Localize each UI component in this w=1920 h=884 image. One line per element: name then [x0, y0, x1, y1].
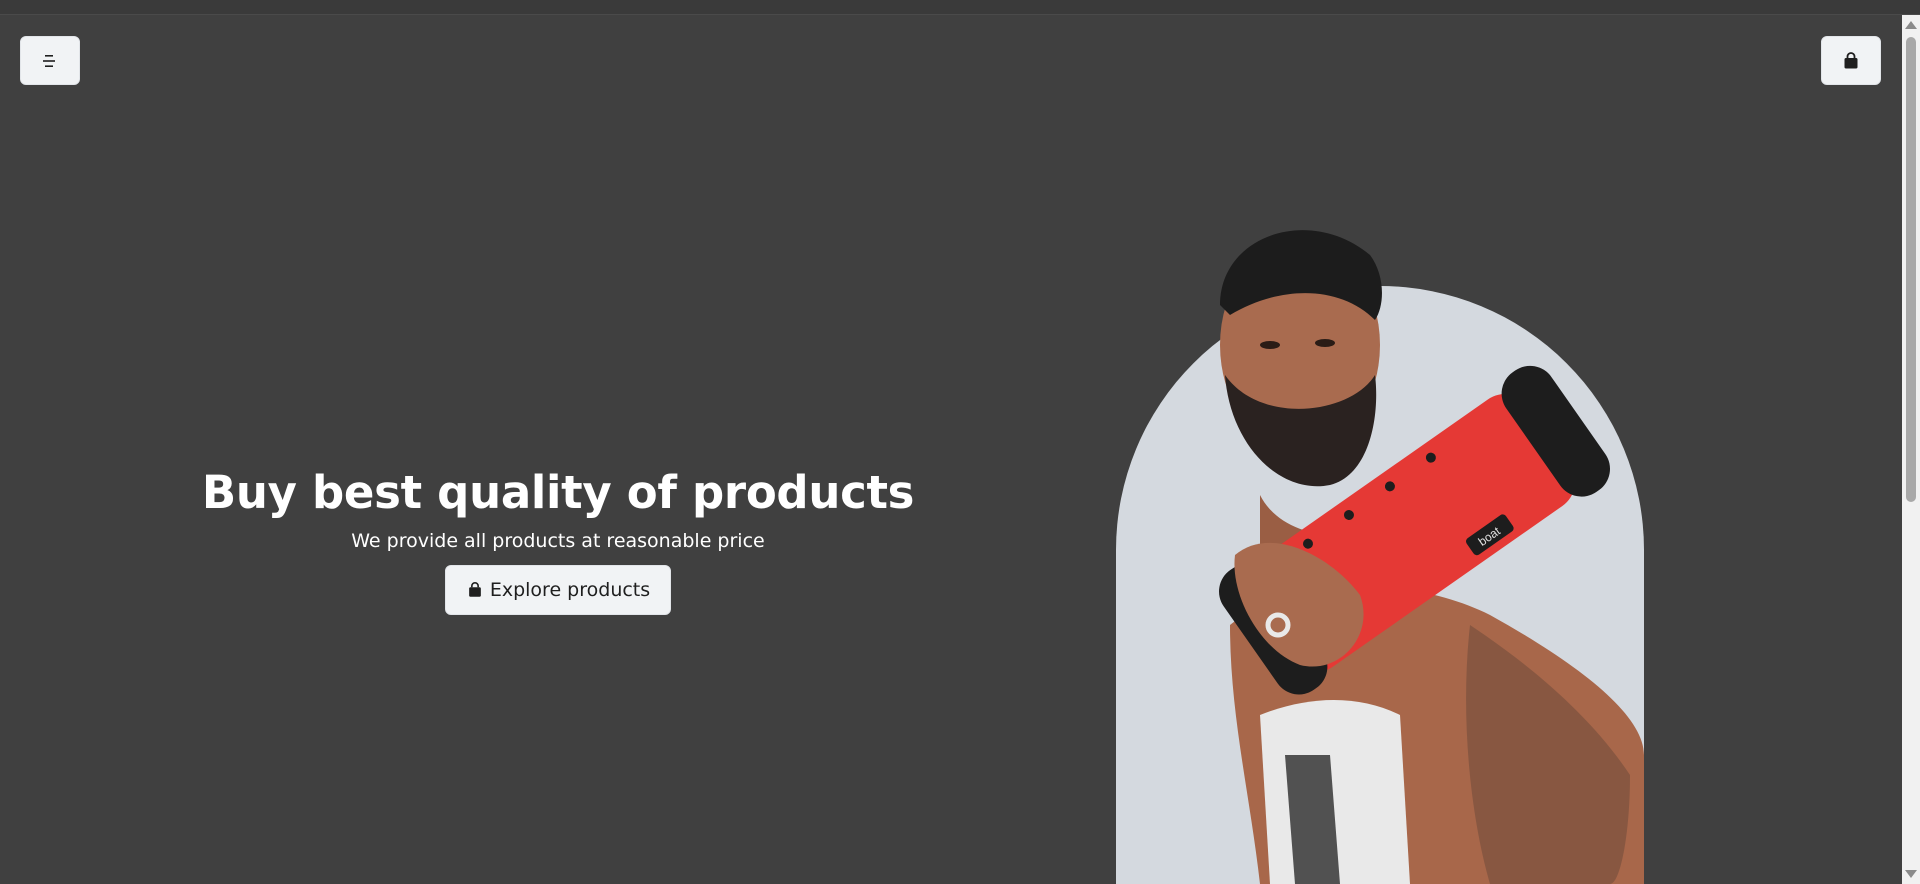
- scroll-up-arrow-icon[interactable]: [1905, 21, 1917, 29]
- explore-products-label: Explore products: [489, 579, 651, 601]
- scroll-down-arrow-icon[interactable]: [1905, 870, 1917, 878]
- hero-subtitle: We provide all products at reasonable pr…: [351, 530, 765, 552]
- hero-illustration: boat: [1116, 230, 1644, 884]
- shopping-bag-icon: [1844, 51, 1858, 68]
- hero-title: Buy best quality of products: [201, 466, 915, 519]
- browser-top-strip: [0, 0, 1920, 15]
- hero-image: boat: [1110, 195, 1670, 884]
- cart-button[interactable]: [1821, 36, 1881, 85]
- hero-section: Buy best quality of products We provide …: [158, 465, 958, 615]
- menu-icon: [43, 54, 55, 67]
- page-scrollbar[interactable]: [1902, 15, 1920, 884]
- scrollbar-thumb[interactable]: [1906, 37, 1916, 502]
- shopping-bag-icon: [468, 582, 481, 597]
- landing-page: Buy best quality of products We provide …: [0, 15, 1900, 884]
- explore-products-button[interactable]: Explore products: [444, 565, 672, 615]
- menu-button[interactable]: [20, 36, 80, 85]
